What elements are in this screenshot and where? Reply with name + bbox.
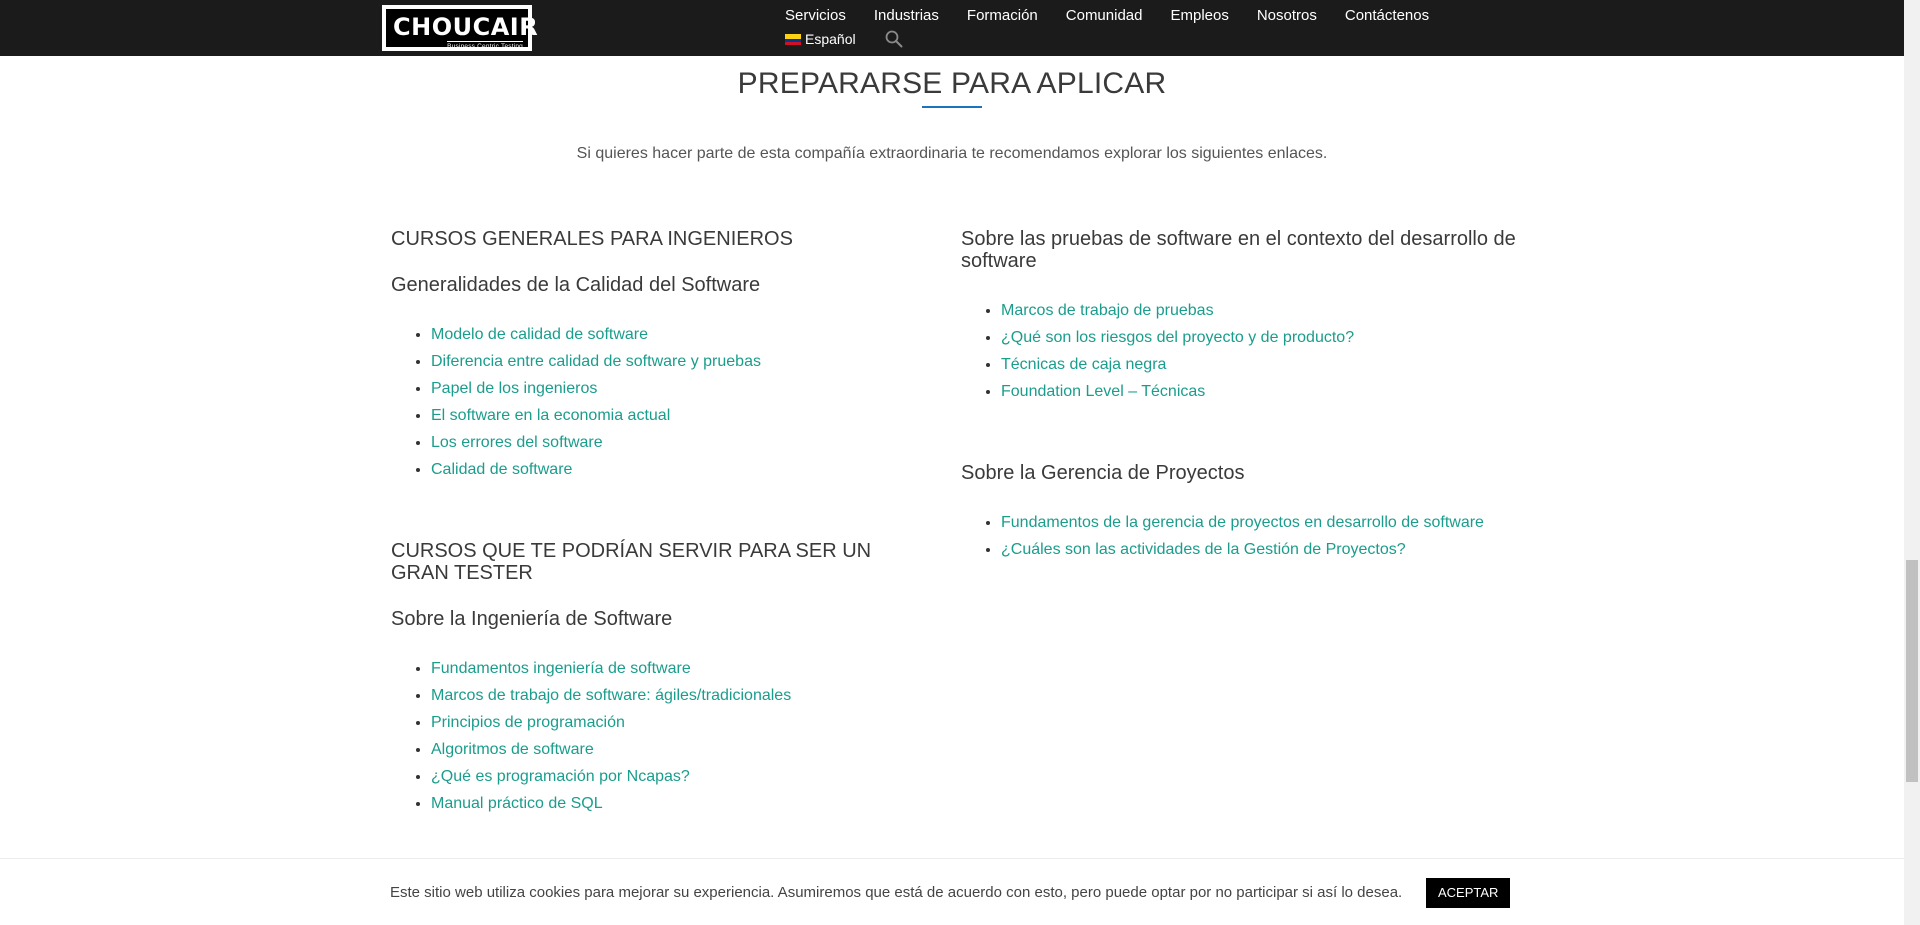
link-calidad-software[interactable]: Calidad de software	[431, 461, 572, 478]
link-marcos-software[interactable]: Marcos de trabajo de software: ágiles/tr…	[431, 687, 791, 704]
list-item: ¿Qué es programación por Ncapas?	[431, 763, 931, 790]
link-list-ingenieria: Fundamentos ingeniería de software Marco…	[391, 655, 931, 817]
link-marcos-pruebas[interactable]: Marcos de trabajo de pruebas	[1001, 302, 1214, 319]
nav-item-nosotros[interactable]: Nosotros	[1257, 6, 1317, 26]
list-item: Papel de los ingenieros	[431, 375, 931, 402]
section-heading-tester: CURSOS QUE TE PODRÍAN SERVIR PARA SER UN…	[391, 540, 872, 584]
list-item: Diferencia entre calidad de software y p…	[431, 348, 931, 375]
subheading-ingenieria: Sobre la Ingeniería de Software	[391, 608, 673, 630]
intro-text: Si quieres hacer parte de esta compañía …	[576, 145, 1328, 162]
link-principios-programacion[interactable]: Principios de programación	[431, 714, 625, 731]
list-item: Algoritmos de software	[431, 736, 931, 763]
list-item: Calidad de software	[431, 456, 931, 483]
scrollbar-thumb[interactable]	[1906, 560, 1918, 782]
subheading-gerencia: Sobre la Gerencia de Proyectos	[961, 462, 1245, 484]
nav-item-comunidad[interactable]: Comunidad	[1066, 6, 1143, 26]
nav-item-industrias[interactable]: Industrias	[874, 6, 939, 26]
list-item: Fundamentos de la gerencia de proyectos …	[1001, 509, 1531, 536]
nav-secondary-row: Español	[785, 29, 904, 49]
cookie-notice-text: Este sitio web utiliza cookies para mejo…	[390, 884, 1403, 901]
logo-wordmark: CHOUCAIR	[393, 13, 539, 41]
page-title: PREPARARSE PARA APLICAR	[737, 67, 1167, 100]
site-header: CHOUCAIR Business Centric Testing Servic…	[0, 0, 1904, 56]
choucair-logo[interactable]: CHOUCAIR Business Centric Testing	[382, 5, 538, 51]
link-list-calidad: Modelo de calidad de software Diferencia…	[391, 321, 931, 483]
link-list-gerencia: Fundamentos de la gerencia de proyectos …	[961, 509, 1531, 563]
nav-item-servicios[interactable]: Servicios	[785, 6, 846, 26]
colombia-flag-icon	[785, 33, 801, 45]
link-modelo-calidad[interactable]: Modelo de calidad de software	[431, 326, 648, 343]
subheading-calidad: Generalidades de la Calidad del Software	[391, 274, 761, 296]
cookie-banner: Este sitio web utiliza cookies para mejo…	[0, 858, 1904, 925]
list-item: Marcos de trabajo de software: ágiles/tr…	[431, 682, 931, 709]
link-foundation-level[interactable]: Foundation Level – Técnicas	[1001, 383, 1205, 400]
list-item: Modelo de calidad de software	[431, 321, 931, 348]
link-errores-software[interactable]: Los errores del software	[431, 434, 603, 451]
list-item: Manual práctico de SQL	[431, 790, 931, 817]
link-list-pruebas: Marcos de trabajo de pruebas ¿Qué son lo…	[961, 297, 1531, 405]
subheading-pruebas: Sobre las pruebas de software en el cont…	[961, 228, 1516, 272]
link-papel-ingenieros[interactable]: Papel de los ingenieros	[431, 380, 597, 397]
accept-cookies-button[interactable]: ACEPTAR	[1426, 878, 1511, 908]
main-nav: Servicios Industrias Formación Comunidad…	[785, 6, 1457, 26]
link-ncapas[interactable]: ¿Qué es programación por Ncapas?	[431, 768, 690, 785]
search-icon[interactable]	[884, 29, 904, 49]
list-item: Técnicas de caja negra	[1001, 351, 1531, 378]
logo-background: CHOUCAIR Business Centric Testing	[386, 9, 538, 50]
nav-item-contactenos[interactable]: Contáctenos	[1345, 6, 1429, 26]
left-column: CURSOS GENERALES PARA INGENIEROS General…	[391, 228, 931, 817]
link-fundamentos-ingenieria[interactable]: Fundamentos ingeniería de software	[431, 660, 691, 677]
section-heading-general: CURSOS GENERALES PARA INGENIEROS	[391, 228, 793, 250]
title-underline	[922, 106, 982, 108]
link-actividades-gestion[interactable]: ¿Cuáles son las actividades de la Gestió…	[1001, 541, 1406, 558]
list-item: Principios de programación	[431, 709, 931, 736]
link-software-economia[interactable]: El software en la economia actual	[431, 407, 670, 424]
right-column: Sobre las pruebas de software en el cont…	[961, 228, 1531, 563]
link-diferencia-calidad-pruebas[interactable]: Diferencia entre calidad de software y p…	[431, 353, 761, 370]
link-riesgos[interactable]: ¿Qué son los riesgos del proyecto y de p…	[1001, 329, 1354, 346]
list-item: ¿Cuáles son las actividades de la Gestió…	[1001, 536, 1531, 563]
link-algoritmos[interactable]: Algoritmos de software	[431, 741, 594, 758]
link-caja-negra[interactable]: Técnicas de caja negra	[1001, 356, 1166, 373]
list-item: ¿Qué son los riesgos del proyecto y de p…	[1001, 324, 1531, 351]
page-scrollbar[interactable]	[1904, 0, 1920, 925]
list-item: Los errores del software	[431, 429, 931, 456]
list-item: Foundation Level – Técnicas	[1001, 378, 1531, 405]
nav-item-formacion[interactable]: Formación	[967, 6, 1038, 26]
link-manual-sql[interactable]: Manual práctico de SQL	[431, 795, 603, 812]
logo-tagline: Business Centric Testing	[447, 41, 523, 50]
nav-item-empleos[interactable]: Empleos	[1170, 6, 1228, 26]
language-switcher[interactable]: Español	[805, 30, 856, 48]
link-fundamentos-gerencia[interactable]: Fundamentos de la gerencia de proyectos …	[1001, 514, 1484, 531]
list-item: Fundamentos ingeniería de software	[431, 655, 931, 682]
list-item: Marcos de trabajo de pruebas	[1001, 297, 1531, 324]
list-item: El software en la economia actual	[431, 402, 931, 429]
